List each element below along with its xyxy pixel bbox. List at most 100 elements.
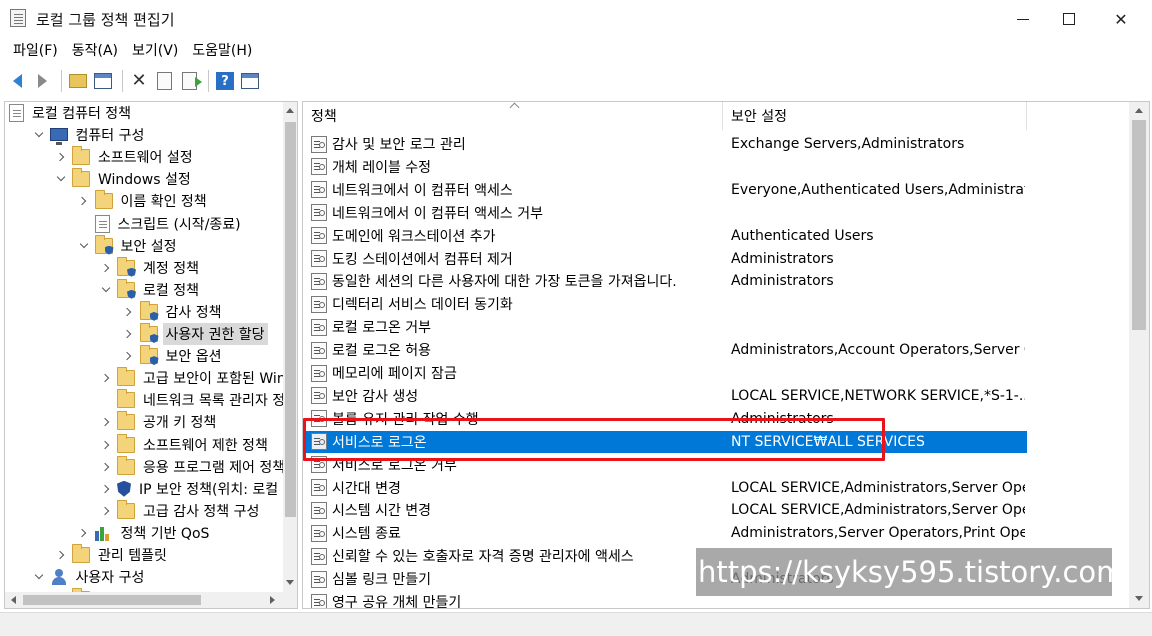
table-row[interactable]: 개체 레이블 수정 (303, 156, 1027, 178)
scroll-up-icon[interactable] (286, 108, 294, 113)
tree-item[interactable]: 고급 감사 정책 구성 (99, 499, 262, 522)
menu-file[interactable]: 파일(F) (6, 38, 65, 64)
chevron-right-icon[interactable] (122, 349, 136, 363)
chevron-right-icon[interactable] (122, 327, 136, 341)
title-bar: 로컬 그룹 정책 편집기 ✕ (0, 0, 1152, 38)
tree-scroll-thumb[interactable] (285, 122, 296, 517)
table-row[interactable]: 시간대 변경 LOCAL SERVICE,Administrators,Serve… (303, 477, 1027, 499)
tree-item[interactable]: 로컬 컴퓨터 정책 (9, 102, 134, 124)
table-row[interactable]: 도메인에 워크스테이션 추가 Authenticated Users (303, 225, 1027, 247)
chevron-right-icon[interactable] (99, 371, 113, 385)
scroll-left-icon[interactable] (11, 596, 16, 604)
minimize-button[interactable] (1000, 0, 1046, 38)
tree-item[interactable]: 계정 정책 (99, 256, 202, 279)
chevron-right-icon[interactable] (99, 261, 113, 275)
list-scroll-thumb[interactable] (1132, 120, 1146, 330)
tree-item[interactable]: 고급 보안이 포함된 Win (99, 367, 283, 389)
table-row[interactable]: 감사 및 보안 로그 관리 Exchange Servers,Administra… (303, 133, 1027, 155)
close-button[interactable]: ✕ (1098, 0, 1144, 38)
tree-item[interactable]: 컴퓨터 구성 (32, 124, 148, 146)
maximize-button[interactable] (1046, 0, 1092, 38)
scroll-right-icon[interactable] (270, 596, 275, 604)
show-hide-tree-button[interactable] (92, 70, 114, 92)
tree-item[interactable]: 사용자 권한 할당 (122, 323, 268, 345)
tree-vertical-scrollbar[interactable] (283, 102, 297, 592)
table-row[interactable]: 서비스로 로그온 거부 (303, 454, 1027, 476)
tree-item[interactable]: Windows 설정 (54, 168, 194, 190)
tree-hscroll-thumb[interactable] (23, 595, 201, 605)
table-row[interactable]: 시스템 시간 변경 LOCAL SERVICE,Administrators,Se… (303, 499, 1027, 521)
chevron-right-icon[interactable] (122, 305, 136, 319)
tree-item[interactable]: 응용 프로그램 제어 정책 (99, 455, 283, 478)
up-folder-button[interactable] (67, 70, 89, 92)
chevron-right-icon[interactable] (99, 460, 113, 474)
scroll-down-icon[interactable] (1135, 596, 1143, 601)
action-pane-button[interactable] (239, 70, 261, 92)
column-header-policy[interactable]: 정책 (303, 102, 723, 130)
policy-cell: 로컬 로그온 허용 (311, 339, 723, 361)
properties-doc-button[interactable] (153, 70, 175, 92)
table-row[interactable]: 도킹 스테이션에서 컴퓨터 제거 Administrators (303, 248, 1027, 270)
table-row[interactable]: 디렉터리 서비스 데이터 동기화 (303, 293, 1027, 315)
chevron-down-icon[interactable] (99, 283, 113, 297)
policy-setting-icon (311, 318, 327, 336)
policy-name: 디렉터리 서비스 데이터 동기화 (332, 297, 513, 314)
security-setting-value (731, 202, 1025, 224)
policy-cell: 신뢰할 수 있는 호출자로 자격 증명 관리자에 액세스 (311, 545, 723, 567)
tree-item[interactable]: 관리 템플릿 (54, 544, 170, 566)
tree-item[interactable]: 로컬 정책 (99, 278, 202, 301)
chevron-down-icon[interactable] (54, 172, 68, 186)
menu-view[interactable]: 보기(V) (125, 38, 185, 64)
tree-item[interactable]: 감사 정책 (122, 300, 225, 323)
chevron-right-icon[interactable] (99, 504, 113, 518)
chevron-right-icon[interactable] (99, 415, 113, 429)
chevron-right-icon[interactable] (54, 150, 68, 164)
folder-icon (72, 168, 90, 188)
delete-button[interactable]: ✕ (128, 70, 150, 92)
console-tree-icon (94, 73, 112, 89)
table-row[interactable]: 서비스로 로그온 NT SERVICE₩ALL SERVICES (303, 430, 1027, 453)
table-row[interactable]: 볼륨 유지 관리 작업 수행 Administrators (303, 408, 1027, 430)
tree-item[interactable]: 사용자 구성 (32, 566, 148, 588)
tree-item[interactable]: 정책 기반 QoS (77, 522, 213, 544)
chevron-right-icon[interactable] (77, 526, 91, 540)
table-row[interactable]: 로컬 로그온 허용 Administrators,Account Operator… (303, 339, 1027, 361)
tree-item[interactable]: 스크립트 (시작/종료) (77, 213, 244, 235)
chevron-down-icon[interactable] (32, 570, 46, 584)
table-row[interactable]: 로컬 로그온 거부 (303, 316, 1027, 338)
table-row[interactable]: 메모리에 페이지 잠금 (303, 362, 1027, 384)
chevron-down-icon[interactable] (77, 239, 91, 253)
tree-item[interactable]: 보안 설정 (77, 234, 180, 257)
tree-item[interactable]: IP 보안 정책(위치: 로컬 (99, 478, 281, 500)
table-row[interactable]: 네트워크에서 이 컴퓨터 액세스 거부 (303, 202, 1027, 224)
back-button[interactable] (6, 70, 28, 92)
chevron-right-icon[interactable] (99, 438, 113, 452)
table-row[interactable]: 보안 감사 생성 LOCAL SERVICE,NETWORK SERVICE,*S… (303, 385, 1027, 407)
tree-item[interactable]: 보안 옵션 (122, 345, 225, 367)
column-header-security-setting[interactable]: 보안 설정 (723, 102, 1027, 130)
security-setting-value: Exchange Servers,Administrators (731, 136, 965, 152)
tree-item[interactable]: 네트워크 목록 관리자 정 (99, 389, 283, 411)
chevron-right-icon[interactable] (54, 548, 68, 562)
table-row[interactable]: 시스템 종료 Administrators,Server Operators,Pr… (303, 522, 1027, 544)
tree-item-label: 사용자 권한 할당 (162, 323, 268, 345)
chevron-right-icon[interactable] (99, 482, 113, 496)
policy-name: 시간대 변경 (332, 480, 401, 497)
tree-item[interactable]: 소프트웨어 제한 정책 (99, 433, 271, 456)
forward-button[interactable] (31, 70, 53, 92)
tree-item[interactable]: 공개 키 정책 (99, 411, 219, 433)
scroll-up-icon[interactable] (1135, 108, 1143, 113)
help-button[interactable]: ? (214, 70, 236, 92)
table-row[interactable]: 동일한 세션의 다른 사용자에 대한 가장 토큰을 가져옵니다. Administ… (303, 270, 1027, 292)
chevron-right-icon[interactable] (77, 194, 91, 208)
scroll-down-icon[interactable] (286, 580, 294, 585)
tree-item[interactable]: 이름 확인 정책 (77, 190, 210, 212)
tree-item[interactable]: 소프트웨어 설정 (54, 146, 196, 168)
table-row[interactable]: 네트워크에서 이 컴퓨터 액세스 Everyone,Authenticated U… (303, 179, 1027, 201)
export-list-button[interactable] (178, 70, 202, 92)
chevron-down-icon[interactable] (32, 128, 46, 142)
tree-horizontal-scrollbar[interactable] (5, 592, 283, 608)
menu-action[interactable]: 동작(A) (65, 38, 125, 64)
menu-help[interactable]: 도움말(H) (185, 38, 259, 64)
list-vertical-scrollbar[interactable] (1129, 102, 1149, 608)
